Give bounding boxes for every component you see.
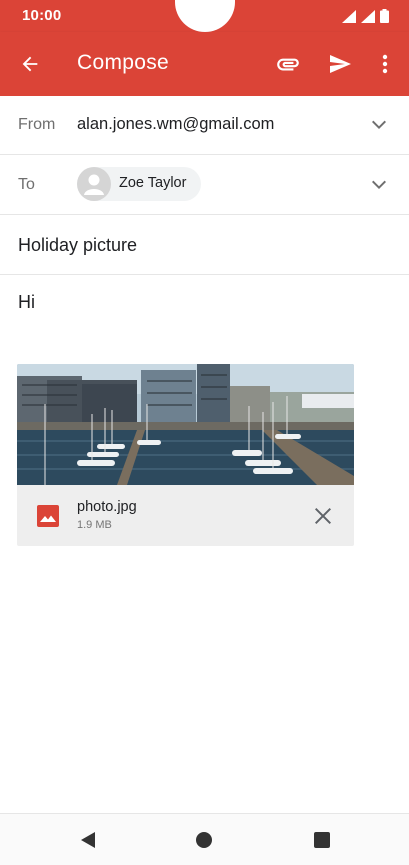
page-title: Compose bbox=[77, 51, 169, 74]
attach-button[interactable] bbox=[268, 44, 308, 84]
arrow-back-icon bbox=[22, 56, 38, 72]
recipient-chip[interactable]: Zoe Taylor bbox=[77, 167, 201, 201]
from-label: From bbox=[18, 116, 56, 133]
to-label: To bbox=[18, 176, 35, 193]
camera-notch bbox=[175, 0, 235, 32]
recipient-name: Zoe Taylor bbox=[119, 175, 187, 191]
back-button[interactable] bbox=[10, 44, 50, 84]
remove-attachment-button[interactable] bbox=[312, 505, 334, 527]
close-icon bbox=[315, 508, 331, 524]
status-icons bbox=[342, 9, 389, 23]
square-recent-icon bbox=[314, 832, 330, 848]
signal-icon bbox=[342, 9, 356, 23]
send-button[interactable] bbox=[320, 44, 360, 84]
person-icon bbox=[84, 174, 104, 195]
triangle-back-icon bbox=[81, 832, 95, 848]
from-row: From alan.jones.wm@gmail.com bbox=[0, 96, 409, 155]
to-row[interactable]: To Zoe Taylor bbox=[0, 155, 409, 215]
signal-icon bbox=[361, 9, 375, 23]
more-vert-icon bbox=[382, 54, 388, 74]
system-nav-bar bbox=[0, 813, 409, 865]
attachment-info: photo.jpg 1.9 MB bbox=[17, 485, 354, 546]
nav-home-button[interactable] bbox=[192, 828, 216, 852]
app-bar: Compose bbox=[0, 32, 409, 96]
from-address[interactable]: alan.jones.wm@gmail.com bbox=[77, 115, 274, 134]
subject-text: Holiday picture bbox=[18, 235, 138, 255]
from-expand-button[interactable] bbox=[369, 114, 389, 134]
subject-field[interactable]: Holiday picture bbox=[0, 215, 409, 275]
nav-back-button[interactable] bbox=[76, 828, 100, 852]
attachment-file-name: photo.jpg bbox=[77, 499, 137, 515]
attachment-file-size: 1.9 MB bbox=[77, 519, 112, 531]
to-expand-button[interactable] bbox=[369, 174, 389, 194]
paperclip-icon bbox=[277, 58, 299, 71]
chevron-down-icon bbox=[372, 180, 386, 189]
more-options-button[interactable] bbox=[368, 44, 402, 84]
attachment-card[interactable]: photo.jpg 1.9 MB bbox=[17, 364, 354, 546]
body-text[interactable]: Hi bbox=[18, 292, 35, 313]
avatar bbox=[77, 167, 111, 201]
image-icon bbox=[37, 505, 59, 527]
status-bar: 10:00 bbox=[0, 0, 409, 32]
status-time: 10:00 bbox=[22, 7, 62, 24]
nav-recent-button[interactable] bbox=[310, 828, 334, 852]
chevron-down-icon bbox=[372, 120, 386, 129]
attachment-preview-image bbox=[17, 364, 354, 485]
battery-icon bbox=[380, 9, 389, 23]
send-icon bbox=[330, 55, 351, 73]
circle-home-icon bbox=[196, 832, 212, 848]
